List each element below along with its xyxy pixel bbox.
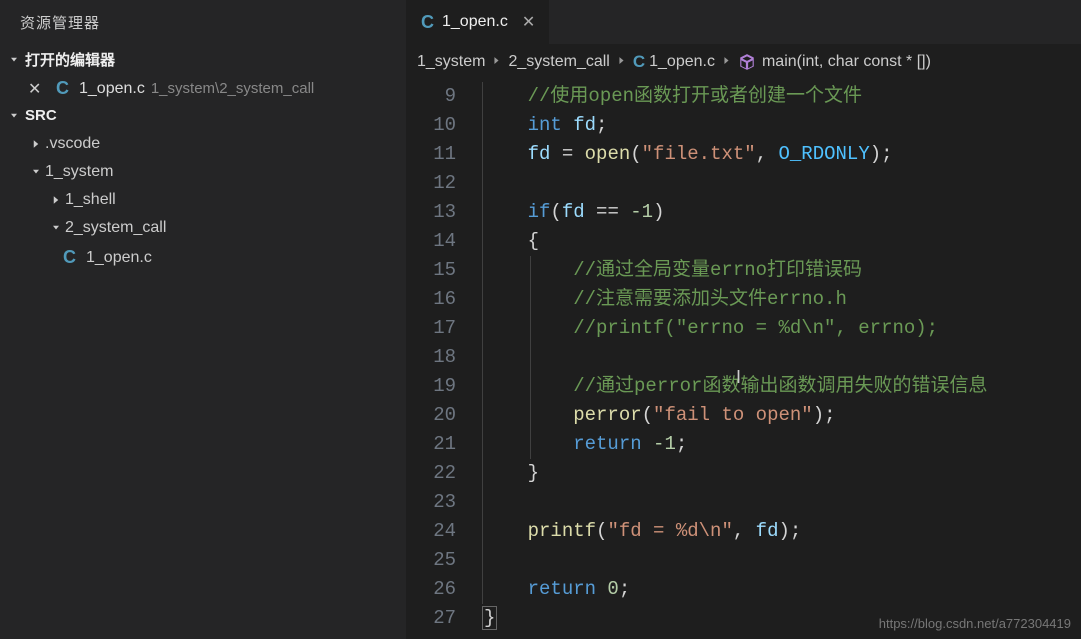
line-number: 21 [407,430,456,459]
chevron-down-icon [28,164,44,180]
chevron-right-icon [28,136,44,152]
c-file-icon: C [421,12,434,33]
line-number: 20 [407,401,456,430]
tree-folder-shell[interactable]: 1_shell [0,186,406,214]
chevron-down-icon [48,220,64,236]
close-icon[interactable]: ✕ [522,12,535,32]
tree-file-openc[interactable]: C 1_open.c [0,242,406,273]
line-number: 13 [407,198,456,227]
code-content[interactable]: //使用open函数打开或者创建一个文件 int fd; fd = open("… [482,80,1081,639]
line-number: 19 [407,372,456,401]
tab-bar: C 1_open.c ✕ [407,0,1081,44]
tab-openc[interactable]: C 1_open.c ✕ [407,0,550,44]
explorer-title: 资源管理器 [0,0,406,45]
line-number: 25 [407,546,456,575]
chevron-right-icon [616,53,627,71]
tree-label: 1_open.c [86,249,152,267]
breadcrumb-symbol-label: main(int, char const * []) [762,53,931,71]
line-number: 23 [407,488,456,517]
open-editors-label: 打开的编辑器 [25,49,115,70]
tree-folder-vscode[interactable]: .vscode [0,130,406,158]
tree-label: 2_system_call [65,219,166,237]
editor-main: C 1_open.c ✕ 1_system 2_system_call C 1_… [407,0,1081,639]
line-number: 15 [407,256,456,285]
breadcrumb-symbol[interactable]: main(int, char const * []) [738,53,931,71]
src-label: SRC [25,107,57,124]
tree-folder-syscall[interactable]: 2_system_call [0,214,406,242]
close-icon[interactable]: ✕ [28,79,44,99]
line-number: 14 [407,227,456,256]
open-editor-path: 1_system\2_system_call [151,80,314,97]
c-file-icon: C [63,247,76,268]
chevron-down-icon [6,52,22,68]
chevron-right-icon [491,53,502,71]
c-file-icon: C [633,52,645,72]
line-number: 17 [407,314,456,343]
chevron-down-icon [6,108,22,124]
cube-icon [738,53,756,71]
line-number: 16 [407,285,456,314]
breadcrumb[interactable]: 1_system 2_system_call C 1_open.c main(i… [407,44,1081,80]
line-number: 27 [407,604,456,633]
c-file-icon: C [56,78,69,99]
tree-folder-system[interactable]: 1_system [0,158,406,186]
open-editor-filename: 1_open.c [79,80,145,98]
line-number: 24 [407,517,456,546]
chevron-right-icon [721,53,732,71]
open-editors-section[interactable]: 打开的编辑器 [0,45,406,74]
line-number: 11 [407,140,456,169]
line-number: 9 [407,82,456,111]
open-editor-item[interactable]: ✕ C 1_open.c 1_system\2_system_call [0,74,406,103]
tree-label: .vscode [45,135,100,153]
line-number: 18 [407,343,456,372]
line-gutter: 9 10 11 12 13 14 15 16 17 18 19 20 21 22… [407,80,482,639]
code-editor[interactable]: 9 10 11 12 13 14 15 16 17 18 19 20 21 22… [407,80,1081,639]
explorer-sidebar: 资源管理器 打开的编辑器 ✕ C 1_open.c 1_system\2_sys… [0,0,407,639]
line-number: 22 [407,459,456,488]
file-tree: .vscode 1_system 1_shell 2_system_call C [0,128,406,273]
tree-label: 1_shell [65,191,116,209]
breadcrumb-item[interactable]: 2_system_call [508,53,609,71]
watermark: https://blog.csdn.net/a772304419 [879,616,1071,631]
breadcrumb-item[interactable]: 1_system [417,53,485,71]
line-number: 12 [407,169,456,198]
tab-label: 1_open.c [442,13,508,31]
chevron-right-icon [48,192,64,208]
tree-label: 1_system [45,163,113,181]
src-section[interactable]: SRC [0,103,406,128]
line-number: 26 [407,575,456,604]
breadcrumb-item[interactable]: 1_open.c [649,53,715,71]
line-number: 10 [407,111,456,140]
